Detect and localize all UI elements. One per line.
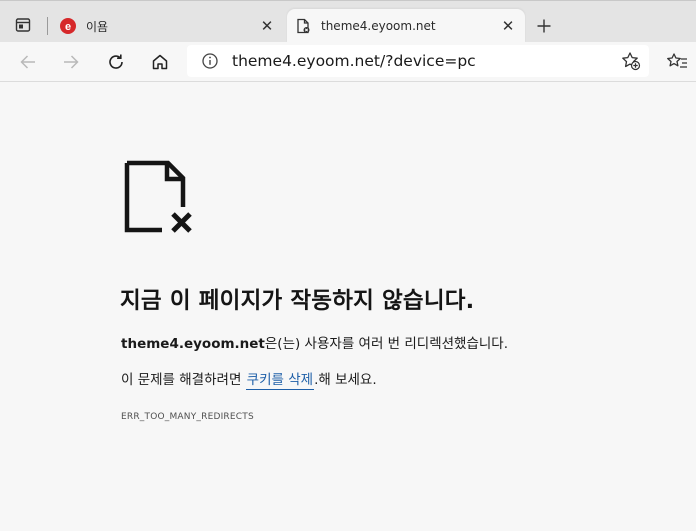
toolbar: theme4.eyoom.net/?device=pc <box>0 42 696 82</box>
tab-actions-button[interactable] <box>8 11 38 39</box>
error-message-text: 은(는) 사용자를 여러 번 리디렉션했습니다. <box>264 336 509 352</box>
favorites-icon[interactable] <box>666 51 688 73</box>
tab-title: theme4.eyoom.net <box>321 19 436 33</box>
tab-title: 이욤 <box>86 19 109 34</box>
tab-close-button[interactable]: ✕ <box>256 15 278 37</box>
new-tab-button[interactable] <box>533 15 555 37</box>
add-favorite-icon[interactable] <box>621 51 641 71</box>
tab-strip: e 이욤 ✕ theme4.eyoom.net ✕ <box>0 0 696 43</box>
arrow-left-icon <box>20 55 35 69</box>
broken-page-icon <box>124 160 192 233</box>
eyoom-favicon-icon: e <box>60 18 76 34</box>
url-text[interactable]: theme4.eyoom.net/?device=pc <box>232 52 476 70</box>
error-code: ERR_TOO_MANY_REDIRECTS <box>121 412 254 422</box>
broken-page-favicon-icon <box>297 18 310 34</box>
error-page: 지금 이 페이지가 작동하지 않습니다. theme4.eyoom.net은(는… <box>0 82 696 531</box>
error-suggestion: 이 문제를 해결하려면 쿠키를 삭제.해 보세요. <box>121 368 377 390</box>
forward-button[interactable] <box>58 49 84 75</box>
home-button[interactable] <box>147 49 173 75</box>
tab-actions-icon <box>15 18 31 32</box>
tab-theme4[interactable]: theme4.eyoom.net ✕ <box>287 9 525 43</box>
tab-eyoom[interactable]: e 이욤 ✕ <box>52 9 284 43</box>
error-message: theme4.eyoom.net은(는) 사용자를 여러 번 리디렉션했습니다. <box>121 332 508 352</box>
tab-separator <box>47 17 48 35</box>
arrow-right-icon <box>64 55 79 69</box>
clear-cookies-link[interactable]: 쿠키를 삭제 <box>245 372 315 390</box>
svg-text:e: e <box>65 21 71 33</box>
error-host: theme4.eyoom.net <box>121 336 265 352</box>
reload-button[interactable] <box>103 49 129 75</box>
suggestion-prefix: 이 문제를 해결하려면 <box>121 372 246 388</box>
back-button[interactable] <box>15 49 41 75</box>
tab-close-button[interactable]: ✕ <box>497 15 519 37</box>
plus-icon <box>537 19 551 33</box>
suggestion-suffix: .해 보세요. <box>314 372 377 388</box>
home-icon <box>152 54 168 70</box>
info-icon[interactable] <box>201 52 219 70</box>
address-bar[interactable]: theme4.eyoom.net/?device=pc <box>187 45 649 77</box>
error-title: 지금 이 페이지가 작동하지 않습니다. <box>120 288 475 314</box>
refresh-icon <box>109 54 123 69</box>
browser-window: e 이욤 ✕ theme4.eyoom.net ✕ theme4.eyoom.n… <box>0 0 696 531</box>
